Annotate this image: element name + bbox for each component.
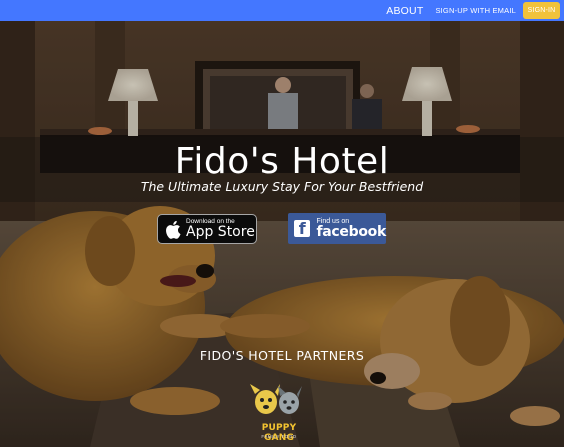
puppy-gang-logo[interactable] <box>240 384 314 424</box>
nav-signup-email-link[interactable]: SIGN-UP WITH EMAIL <box>435 6 516 15</box>
nav-about-link[interactable]: ABOUT <box>386 5 423 17</box>
app-store-badge[interactable]: Download on the App Store <box>157 214 257 244</box>
top-navbar: ABOUT SIGN-UP WITH EMAIL SIGN-IN <box>0 0 564 21</box>
partner-name: PUPPY GANG <box>261 423 297 443</box>
partners-heading: FIDO'S HOTEL PARTNERS <box>199 348 365 363</box>
hero-subtitle: The Ultimate Luxury Stay For Your Bestfr… <box>140 179 424 194</box>
apple-icon <box>166 220 181 239</box>
facebook-icon: f <box>294 220 311 237</box>
facebook-badge[interactable]: f Find us on facebook <box>288 213 386 244</box>
partner-tagline: FAMILY FOOD <box>261 434 297 439</box>
facebook-big-label: facebook <box>316 224 386 240</box>
hero-title: Fido's Hotel <box>174 141 390 182</box>
app-store-big-label: App Store <box>186 224 255 241</box>
nav-signin-button[interactable]: SIGN-IN <box>523 2 560 19</box>
